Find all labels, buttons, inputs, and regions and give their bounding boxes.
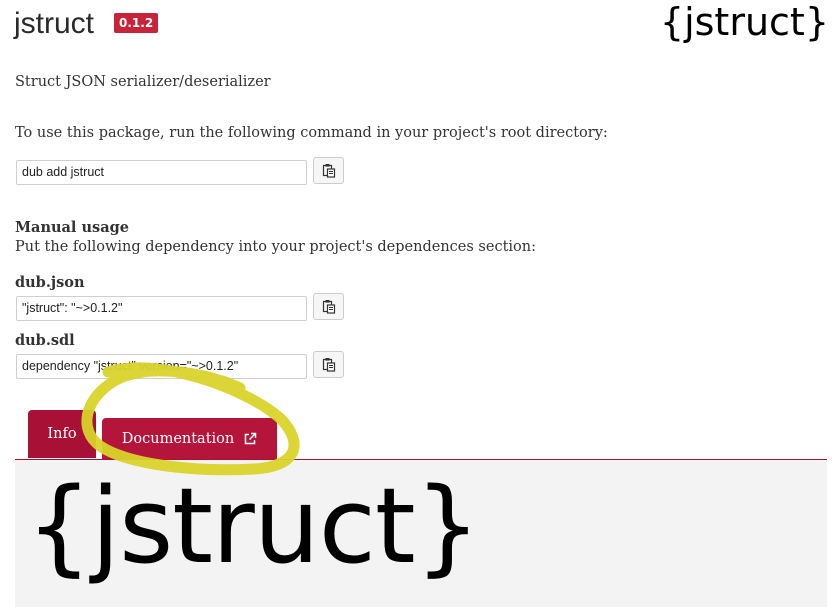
- dub-sdl-label: dub.sdl: [15, 332, 75, 349]
- copy-dub-sdl-button[interactable]: [313, 351, 344, 378]
- dub-json-label: dub.json: [15, 274, 85, 291]
- external-link-icon: [245, 432, 257, 445]
- clipboard-icon: [322, 164, 335, 178]
- copy-dub-json-button[interactable]: [313, 293, 344, 320]
- clipboard-icon: [322, 358, 335, 372]
- package-title: jstruct: [14, 7, 95, 40]
- version-badge: 0.1.2: [114, 13, 159, 33]
- tab-documentation-label: Documentation: [121, 431, 235, 447]
- install-command-field[interactable]: dub add jstruct: [16, 160, 307, 185]
- readme-logo: {jstruct}: [26, 465, 481, 587]
- package-description: Struct JSON serializer/deserializer: [15, 74, 271, 90]
- install-instruction: To use this package, run the following c…: [15, 125, 608, 141]
- clipboard-icon: [322, 300, 335, 314]
- tab-info[interactable]: Info: [28, 410, 96, 458]
- dub-json-field[interactable]: "jstruct": "~>0.1.2": [16, 296, 307, 321]
- copy-install-command-button[interactable]: [313, 157, 344, 184]
- manual-usage-instruction: Put the following dependency into your p…: [15, 239, 536, 255]
- dub-sdl-field[interactable]: dependency "jstruct" version="~>0.1.2": [16, 354, 307, 379]
- tab-documentation[interactable]: Documentation: [102, 418, 277, 460]
- package-logo: {jstruct}: [659, 0, 829, 44]
- tab-info-label: Info: [47, 426, 77, 442]
- package-page: jstruct 0.1.2 {jstruct} Struct JSON seri…: [0, 0, 839, 607]
- manual-usage-heading: Manual usage: [15, 219, 129, 236]
